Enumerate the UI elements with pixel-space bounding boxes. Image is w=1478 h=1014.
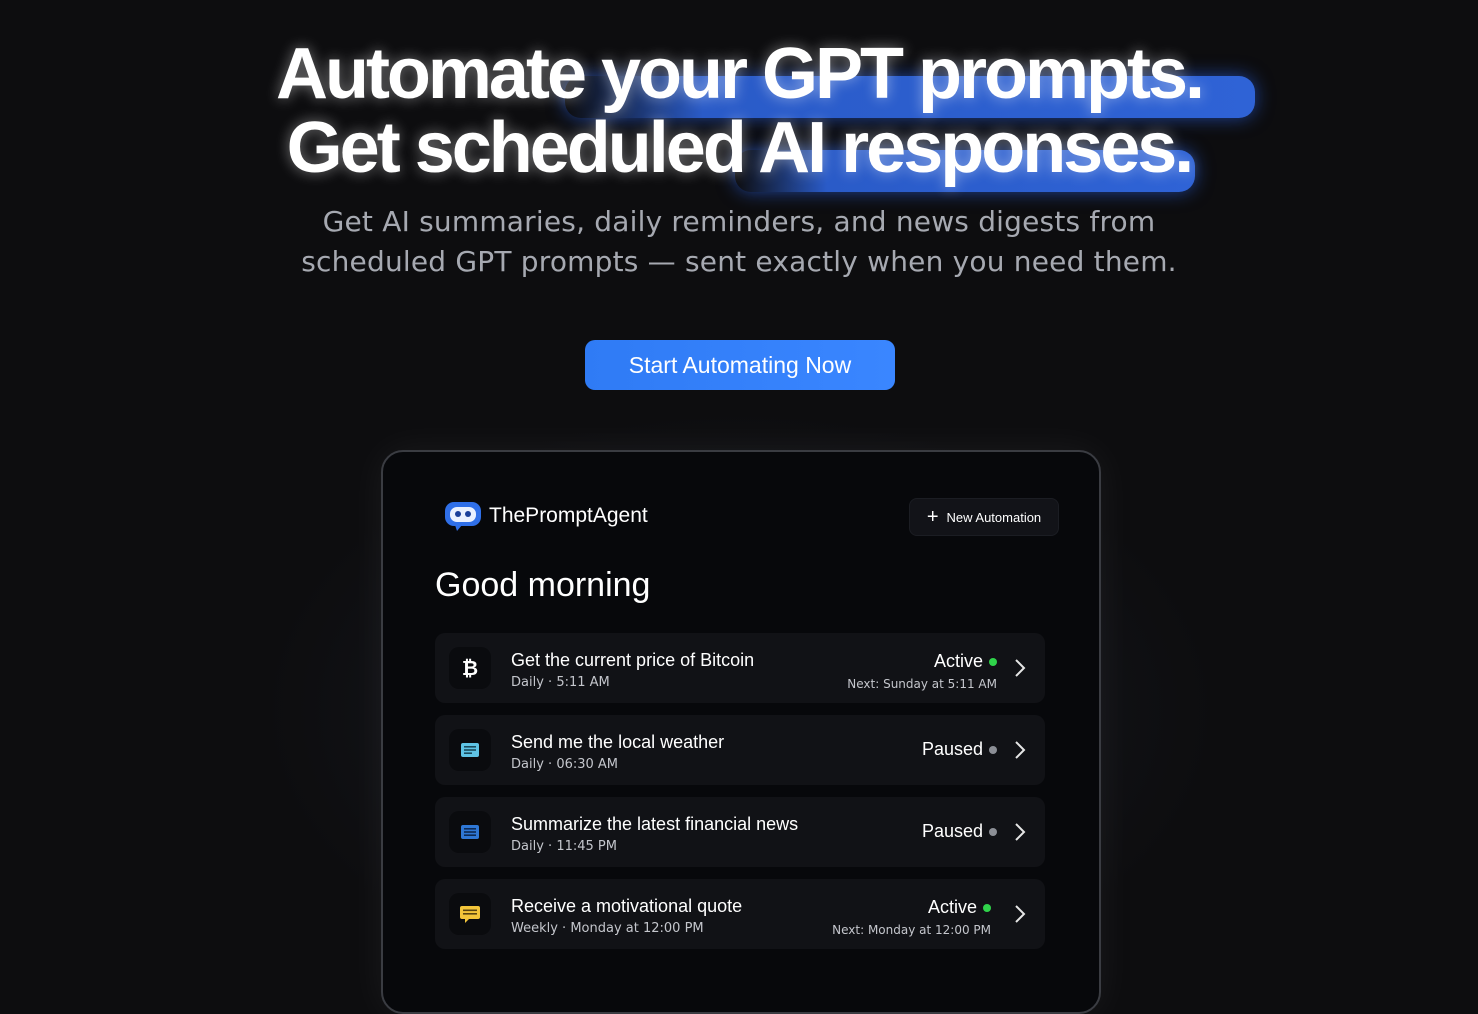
status-dot — [989, 745, 997, 754]
status-dot — [983, 903, 991, 912]
automation-title: Send me the local weather — [511, 732, 725, 752]
next-run: Next: Monday at 12:00 PM — [832, 923, 991, 937]
automation-row[interactable]: Send me the local weather Daily · 06:30 … — [435, 715, 1045, 785]
automation-title: Summarize the latest financial news — [511, 814, 799, 834]
status-badge: Active — [928, 897, 991, 918]
app-preview: ThePromptAgent + New Automation Good mor… — [381, 450, 1101, 1014]
greeting: Good morning — [435, 566, 651, 604]
status-badge: Paused — [922, 821, 997, 842]
quote-icon — [449, 893, 491, 935]
new-automation-label: New Automation — [946, 509, 1042, 525]
automation-title: Get the current price of Bitcoin — [511, 650, 755, 670]
svg-text:₿: ₿ — [462, 657, 478, 679]
automation-title: Receive a motivational quote — [511, 896, 743, 916]
status-badge: Paused — [922, 739, 997, 760]
automation-row[interactable]: Receive a motivational quote Weekly · Mo… — [435, 879, 1045, 949]
chevron-right-icon — [1015, 741, 1026, 759]
status-badge: Active — [934, 651, 997, 672]
chevron-right-icon — [1015, 659, 1026, 677]
headline-line-1: Automate your GPT prompts. — [275, 34, 1205, 114]
news-icon — [449, 811, 491, 853]
status-dot — [989, 827, 997, 836]
automation-schedule: Daily · 5:11 AM — [511, 675, 610, 690]
subtitle-line-1: Get AI summaries, daily reminders, and n… — [322, 205, 1156, 238]
new-automation-button[interactable]: + New Automation — [909, 498, 1059, 536]
automation-row[interactable]: ₿ Get the current price of Bitcoin Daily… — [435, 633, 1045, 703]
plus-icon: + — [926, 506, 939, 528]
automation-row[interactable]: Summarize the latest financial news Dail… — [435, 797, 1045, 867]
automation-schedule: Daily · 11:45 PM — [511, 839, 617, 854]
automation-list: ₿ Get the current price of Bitcoin Daily… — [435, 633, 1045, 961]
headline-line-2: Get scheduled AI responses. — [286, 108, 1195, 188]
robot-logo-icon — [443, 500, 483, 532]
status-dot — [989, 657, 997, 666]
weather-icon — [449, 729, 491, 771]
subtitle-line-2: scheduled GPT prompts — sent exactly whe… — [301, 245, 1177, 278]
automation-schedule: Daily · 06:30 AM — [511, 757, 619, 772]
brand-name: ThePromptAgent — [489, 504, 648, 527]
bitcoin-icon: ₿ — [449, 647, 491, 689]
app-header: ThePromptAgent — [443, 500, 648, 532]
chevron-right-icon — [1015, 823, 1026, 841]
start-automating-button[interactable]: Start Automating Now — [585, 340, 895, 390]
next-run: Next: Sunday at 5:11 AM — [847, 677, 997, 691]
chevron-right-icon — [1015, 905, 1026, 923]
automation-schedule: Weekly · Monday at 12:00 PM — [511, 921, 704, 936]
